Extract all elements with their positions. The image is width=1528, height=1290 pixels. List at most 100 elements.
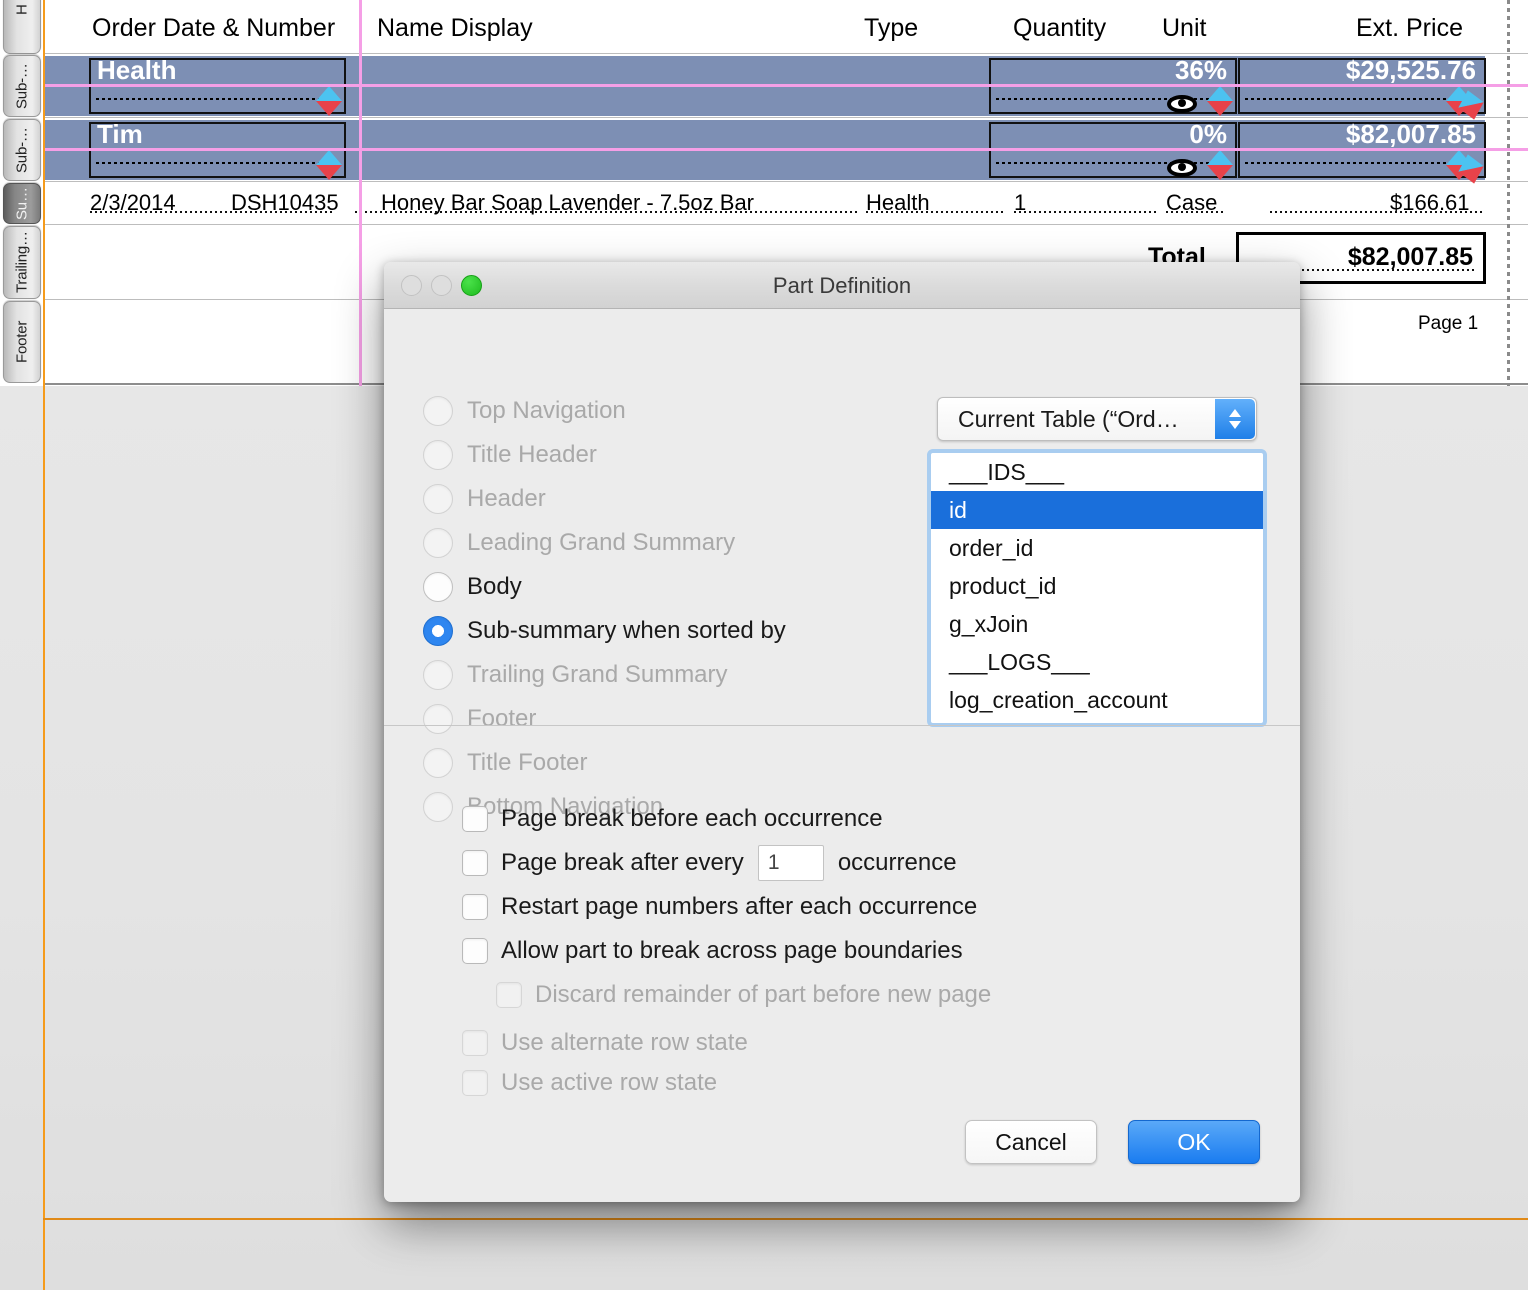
occurrence-input[interactable]: 1 [757,845,824,881]
radio-indicator[interactable] [423,528,453,558]
dialog-titlebar[interactable]: Part Definition [384,262,1300,309]
footer-page-number: Page 1 [1418,313,1479,334]
cancel-button[interactable]: Cancel [965,1120,1097,1164]
field-list-item[interactable]: g_xJoin [931,605,1263,643]
radio-indicator[interactable] [423,484,453,514]
ok-button[interactable]: OK [1128,1120,1260,1164]
dialog-divider [384,725,1300,726]
part-tab-subsummary-1[interactable]: Sub-… [3,55,41,117]
radio-title-header[interactable]: Title Header [423,435,597,475]
radio-indicator-selected[interactable] [423,616,453,646]
radio-indicator[interactable] [423,440,453,470]
radio-header[interactable]: Header [423,479,546,519]
radio-label: Leading Grand Summary [467,529,736,556]
alignment-guide-horizontal [0,84,1528,87]
checkbox-use-active-row-state[interactable]: Use active row state [462,1066,717,1100]
checkbox-indicator[interactable] [462,894,488,920]
alignment-guide-horizontal [0,148,1528,151]
sort-marker-icon [1455,87,1487,123]
radio-title-footer[interactable]: Title Footer [423,743,587,783]
checkbox-indicator[interactable] [462,850,488,876]
part-definition-dialog[interactable]: Part Definition Top Navigation Title Hea… [384,262,1300,1202]
field-value-group-1: Health [97,55,177,85]
radio-indicator[interactable] [423,748,453,778]
sort-marker-icon [1207,86,1233,116]
radio-label: Top Navigation [467,397,626,424]
layout-margin-line-left-lower [43,386,45,1290]
eye-icon [1167,95,1197,113]
column-header-order-date: Order Date & Number [92,14,336,42]
field-list-item[interactable]: ___IDS___ [931,453,1263,491]
part-label-gutter: H Sub-… Sub-… Su… Trailing… Footer [0,0,43,386]
part-tab-trailing[interactable]: Trailing… [3,226,41,299]
radio-top-navigation[interactable]: Top Navigation [423,391,626,431]
field-value-percent-2: 0% [1189,119,1227,149]
checkbox-restart-page-numbers[interactable]: Restart page numbers after each occurren… [462,890,977,924]
column-header-unit: Unit [1162,14,1207,42]
radio-label: Title Header [467,441,597,468]
radio-indicator[interactable] [423,792,453,822]
part-tab-subsummary-2[interactable]: Sub-… [3,119,41,181]
grand-total-value: $82,007.85 [1347,243,1473,271]
field-value-amount-1: $29,525.76 [1345,55,1476,85]
checkbox-use-alternate-row-state[interactable]: Use alternate row state [462,1026,748,1060]
part-tab-footer[interactable]: Footer [3,301,41,383]
checkbox-page-break-before[interactable]: Page break before each occurrence [462,802,883,836]
part-tab-subsummary-3[interactable]: Su… [3,183,41,224]
table-select-popup[interactable]: Current Table (“Ord… [937,397,1257,441]
field-baseline [1270,211,1485,213]
radio-footer[interactable]: Footer [423,699,536,739]
radio-indicator[interactable] [423,660,453,690]
checkbox-page-break-after-every[interactable]: Page break after every 1 occurrence [462,845,957,881]
checkbox-allow-part-break[interactable]: Allow part to break across page boundari… [462,934,963,968]
layout-margin-line-bottom [43,1218,1528,1220]
field-list-item-selected[interactable]: id [931,491,1263,529]
checkbox-indicator[interactable] [462,806,488,832]
checkbox-label: Allow part to break across page boundari… [501,937,963,964]
checkbox-label: Page break before each occurrence [501,805,883,832]
checkbox-indicator[interactable] [462,938,488,964]
radio-label: Title Footer [467,749,588,776]
part-tab-header[interactable]: H [3,0,41,54]
checkbox-label: Use alternate row state [501,1029,748,1056]
field-list-item[interactable]: ___LOGS___ [931,643,1263,681]
radio-trailing-grand-summary[interactable]: Trailing Grand Summary [423,655,728,695]
page-boundary-marker [1507,0,1510,386]
dialog-part-type-section: Top Navigation Title Header Header Leadi… [384,309,1300,822]
chevron-updown-icon[interactable] [1215,399,1255,439]
part-separator [43,117,1528,118]
table-select-value: Current Table (“Ord… [958,405,1179,432]
field-baseline [1245,162,1479,164]
radio-indicator[interactable] [423,396,453,426]
radio-body[interactable]: Body [423,567,522,607]
field-baseline [355,211,860,213]
field-list-item[interactable]: log_creation_account [931,681,1263,719]
field-list[interactable]: ___IDS___ id order_id product_id g_xJoin… [927,449,1267,727]
column-header-name-display: Name Display [377,14,533,42]
dialog-title: Part Definition [772,273,912,298]
radio-label: Trailing Grand Summary [467,661,728,688]
radio-label: Sub-summary when sorted by [467,617,786,644]
field-list-item[interactable]: product_id [931,567,1263,605]
field-baseline [1245,98,1479,100]
radio-leading-grand-summary[interactable]: Leading Grand Summary [423,523,735,563]
radio-indicator[interactable] [423,572,453,602]
sort-marker-icon [1207,150,1233,180]
occurrence-suffix-label: occurrence [837,849,957,876]
checkbox-discard-remainder[interactable]: Discard remainder of part before new pag… [496,978,991,1012]
field-baseline [96,162,339,164]
radio-sub-summary-when-sorted-by[interactable]: Sub-summary when sorted by [423,611,786,651]
column-header-ext-price: Ext. Price [1356,14,1463,42]
part-separator [43,224,1528,225]
sort-marker-icon [1455,151,1487,187]
radio-indicator[interactable] [423,704,453,734]
radio-label: Footer [467,705,537,732]
field-baseline [866,211,1006,213]
field-value-amount-2: $82,007.85 [1345,119,1476,149]
field-baseline [1166,211,1226,213]
part-separator [43,53,1528,54]
sort-marker-icon [316,150,342,180]
alignment-guide-vertical [359,0,362,386]
field-list-item[interactable]: order_id [931,529,1263,567]
checkbox-label: Page break after every [501,849,744,876]
